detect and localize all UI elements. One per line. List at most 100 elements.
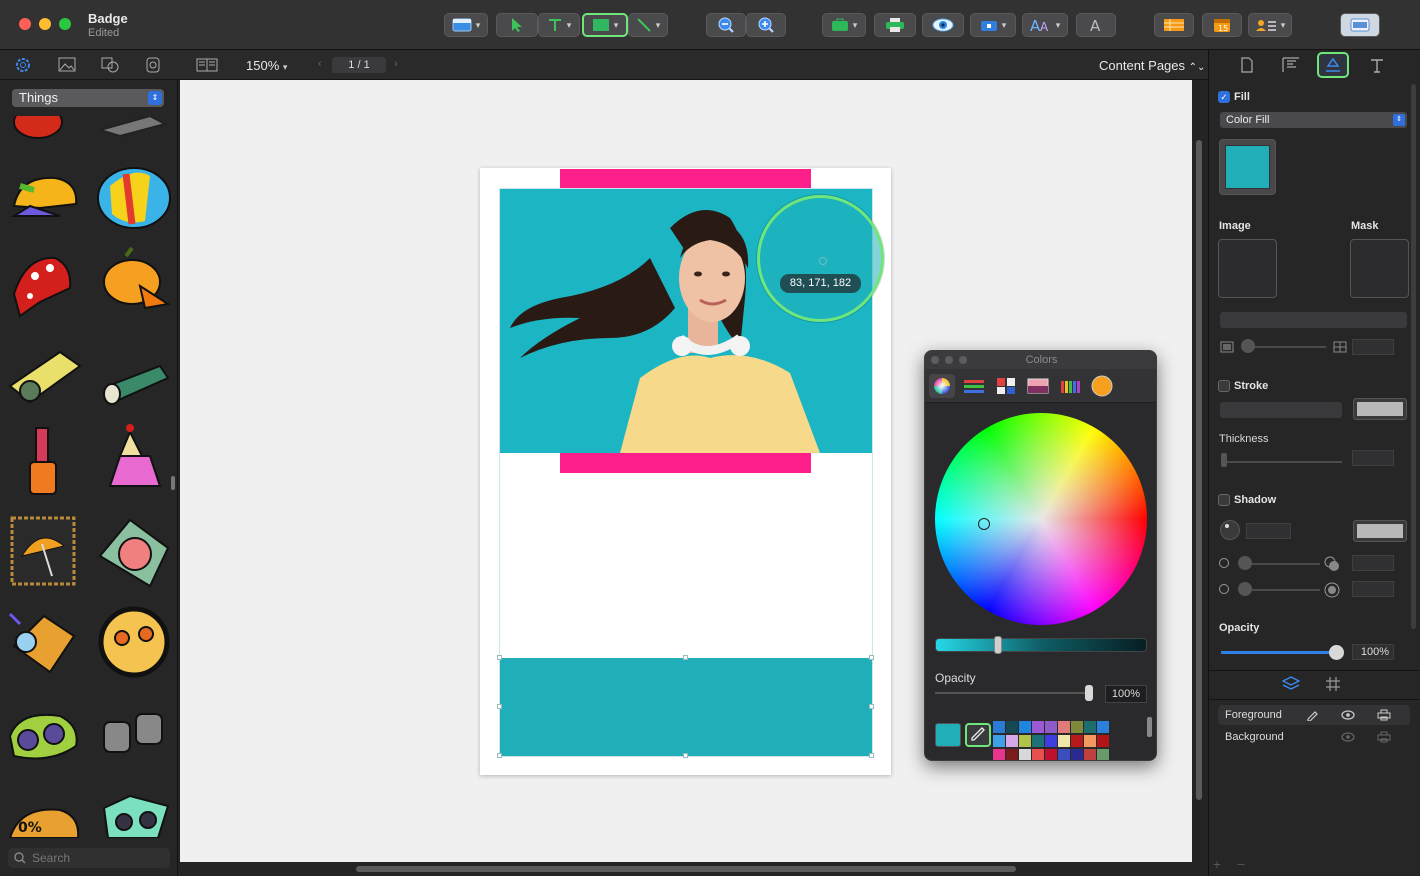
layout-inspector-tab[interactable] [1275,52,1307,78]
library-tab-clipart[interactable] [12,55,34,75]
fill-type-select[interactable]: Color Fill ⇕ [1220,112,1407,128]
clipart-flashlight[interactable] [8,350,82,404]
text-inspector-tab[interactable] [1361,52,1393,78]
select-tool-button[interactable] [496,13,538,37]
current-color-swatch[interactable] [935,723,961,747]
pencil-icon[interactable] [1306,709,1318,721]
zoom-in-button[interactable] [746,13,786,37]
color-sliders-tab[interactable] [961,374,987,398]
custom-color-tab[interactable] [1089,374,1115,398]
color-swatch[interactable] [1019,749,1031,760]
color-swatch[interactable] [1058,735,1070,747]
color-wheel[interactable] [935,413,1147,625]
resize-handle[interactable] [869,753,874,758]
color-swatch[interactable] [1097,735,1109,747]
color-palettes-tab[interactable] [993,374,1019,398]
color-swatch[interactable] [1045,721,1057,733]
shadow-checkbox[interactable] [1218,494,1230,506]
view-mode-button[interactable]: ▾ [444,13,488,37]
next-page-icon[interactable]: › [394,58,398,70]
swatch-scrollbar[interactable] [1147,717,1152,737]
media-button[interactable]: ▾ [970,13,1016,37]
vertical-scrollbar[interactable] [1196,140,1202,800]
color-swatch[interactable] [1084,749,1096,760]
remove-layer-button[interactable]: − [1237,856,1245,872]
image-palette-tab[interactable] [1025,374,1051,398]
clipart-bandana[interactable] [12,256,72,318]
line-tool-button[interactable]: ▾ [628,13,668,37]
add-layer-button[interactable]: + [1213,856,1221,872]
library-tab-images[interactable] [56,55,78,75]
opacity-slider[interactable] [935,685,1093,701]
color-swatch[interactable] [1032,735,1044,747]
clipart-hand-tool[interactable] [96,116,168,138]
shadow-blur-slider[interactable] [1240,589,1320,591]
thickness-slider[interactable] [1222,461,1342,463]
clipart-hat-box[interactable] [98,518,170,588]
clipart-binoculars-gray[interactable] [103,713,163,753]
shape-tool-button[interactable]: ▾ [582,13,628,37]
color-swatch[interactable] [1058,749,1070,760]
horizontal-scrollbar[interactable] [356,866,1016,872]
library-tab-shapes[interactable] [99,55,121,75]
calendar-button[interactable]: 15 [1202,13,1242,37]
eye-icon[interactable] [1341,732,1355,742]
thickness-field[interactable] [1352,450,1394,466]
zoom-window-button[interactable] [59,18,71,30]
library-search-input[interactable]: Search [8,848,170,868]
content-pages-menu[interactable]: Content Pages ⌃⌄ [1099,58,1205,73]
clipart-binoculars-dark[interactable] [102,794,170,838]
resize-handle[interactable] [869,704,874,709]
list-view-button[interactable] [1154,13,1194,37]
image-scaling-select[interactable] [1220,312,1407,328]
shadow-color-well[interactable] [1353,520,1407,542]
color-swatch[interactable] [1006,749,1018,760]
brightness-slider-thumb[interactable] [994,636,1002,654]
document-inspector-tab[interactable] [1231,52,1263,78]
close-panel-button[interactable] [931,356,939,364]
preview-button[interactable] [922,13,964,37]
color-swatch[interactable] [1019,721,1031,733]
shadow-offset-field[interactable] [1352,555,1394,571]
color-swatch[interactable] [1019,735,1031,747]
library-category-select[interactable]: Things ⇕ [12,89,164,107]
resize-handle[interactable] [497,655,502,660]
stroke-color-well[interactable] [1353,398,1407,420]
color-swatch[interactable] [1045,749,1057,760]
eye-icon[interactable] [1341,710,1355,720]
printer-icon[interactable] [1377,731,1391,743]
shadow-angle-field[interactable] [1246,523,1291,539]
color-swatch[interactable] [1097,749,1109,760]
contacts-button[interactable]: ▾ [1248,13,1292,37]
opacity-slider-thumb[interactable] [1085,685,1093,701]
crayons-tab[interactable] [1057,374,1083,398]
inspector-opacity-slider[interactable] [1221,645,1344,660]
inspector-toggle-button[interactable] [1340,13,1380,37]
opacity-value-field[interactable]: 100% [1105,685,1147,703]
color-swatch[interactable] [993,735,1005,747]
stroke-checkbox[interactable] [1218,380,1230,392]
image-scale-field[interactable] [1352,339,1394,355]
resize-handle[interactable] [869,655,874,660]
clipart-baseball-cap[interactable] [10,176,78,217]
style-inspector-tab[interactable] [1317,52,1349,78]
clipart-pumpkin[interactable] [103,246,171,310]
layers-tab[interactable] [1281,676,1301,697]
stroke-style-select[interactable] [1220,402,1342,418]
mask-well[interactable] [1350,239,1409,298]
clipart-pepper[interactable] [13,116,63,139]
minimize-window-button[interactable] [39,18,51,30]
color-swatch[interactable] [1006,721,1018,733]
font-button[interactable]: A [1076,13,1116,37]
shadow-angle-dial[interactable] [1220,520,1240,540]
thickness-slider-thumb[interactable] [1221,453,1227,467]
clipart-binoculars[interactable] [8,612,76,674]
grid-tab[interactable] [1325,676,1341,697]
clipart-flashlight-green[interactable] [103,364,170,405]
color-swatch[interactable] [1097,721,1109,733]
color-swatch[interactable] [1071,749,1083,760]
color-swatch[interactable] [1084,735,1096,747]
eyedropper-button[interactable] [965,723,991,747]
image-well[interactable] [1218,239,1277,298]
color-swatch[interactable] [993,749,1005,760]
